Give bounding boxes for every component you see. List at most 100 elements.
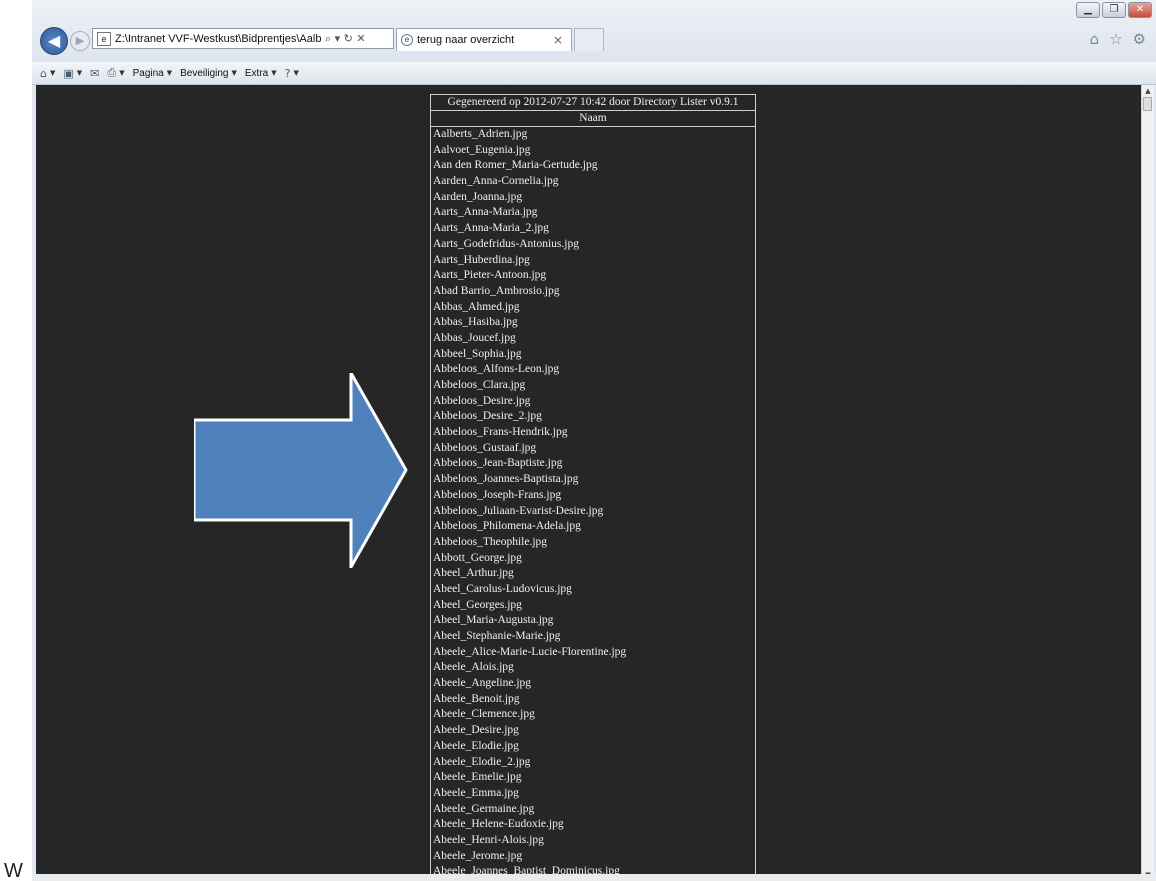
- maximize-button[interactable]: ❐: [1102, 2, 1126, 18]
- file-link[interactable]: Abeele_Henri-Alois.jpg: [433, 833, 755, 849]
- page-content: Gegenereerd op 2012-07-27 10:42 door Dir…: [36, 85, 1142, 881]
- file-link[interactable]: Aan den Romer_Maria-Gertude.jpg: [433, 158, 755, 174]
- file-link[interactable]: Abeele_Emelie.jpg: [433, 770, 755, 786]
- chevron-down-icon: ▼: [166, 69, 173, 77]
- chevron-down-icon: ▼: [49, 69, 56, 77]
- page-letter: W: [4, 860, 23, 882]
- back-arrow-icon: ◀: [47, 31, 61, 50]
- file-link[interactable]: Aarden_Joanna.jpg: [433, 190, 755, 206]
- file-link[interactable]: Abbott_George.jpg: [433, 551, 755, 567]
- file-link[interactable]: Abbeloos_Desire_2.jpg: [433, 409, 755, 425]
- scroll-up-icon[interactable]: ▲: [1142, 85, 1154, 97]
- file-link[interactable]: Abeele_Alois.jpg: [433, 660, 755, 676]
- file-link[interactable]: Abeel_Georges.jpg: [433, 598, 755, 614]
- chevron-down-icon: ▼: [119, 69, 125, 77]
- help-menu[interactable]: ? ▼: [285, 67, 299, 80]
- file-link[interactable]: Aarts_Anna-Maria.jpg: [433, 205, 755, 221]
- file-link[interactable]: Abeele_Alice-Marie-Lucie-Florentine.jpg: [433, 645, 755, 661]
- close-window-button[interactable]: ✕: [1128, 2, 1152, 18]
- file-link[interactable]: Abeele_Clemence.jpg: [433, 707, 755, 723]
- minimize-button[interactable]: ▁: [1076, 2, 1100, 18]
- tab-title: terug naar overzicht: [417, 34, 515, 46]
- file-link[interactable]: Abeel_Maria-Augusta.jpg: [433, 613, 755, 629]
- tab-active[interactable]: e terug naar overzicht ×: [396, 28, 572, 51]
- command-bar: ⌂ ▼ ▣ ▼ ✉ ⎙ ▼ Pagina ▼ Beveiliging ▼ Extra ▼ ?…: [32, 62, 1156, 85]
- tab-close-icon[interactable]: ×: [553, 33, 563, 47]
- mail-button[interactable]: ✉: [90, 67, 99, 80]
- file-link[interactable]: Abbas_Ahmed.jpg: [433, 300, 755, 316]
- file-link[interactable]: Abeel_Stephanie-Marie.jpg: [433, 629, 755, 645]
- address-input[interactable]: Z:\Intranet VVF-Westkust\Bidprentjes\Aal…: [115, 33, 321, 45]
- file-link[interactable]: Abbeloos_Juliaan-Evarist-Desire.jpg: [433, 504, 755, 520]
- tab-ie-icon: e: [401, 34, 413, 46]
- file-list: Aalberts_Adrien.jpg Aalvoet_Eugenia.jpg Aa…: [431, 127, 755, 880]
- file-link[interactable]: Abeele_Helene-Eudoxie.jpg: [433, 817, 755, 833]
- title-bar: ▁ ❐ ✕ ◀ ▶ e Z:\Intranet VVF-Westkust\Bid…: [32, 0, 1156, 62]
- forward-arrow-icon: ▶: [75, 34, 85, 47]
- file-link[interactable]: Abeele_Benoit.jpg: [433, 692, 755, 708]
- favorites-star-icon[interactable]: ☆: [1109, 30, 1122, 48]
- file-link[interactable]: Abbeel_Sophia.jpg: [433, 347, 755, 363]
- file-link[interactable]: Abbeloos_Desire.jpg: [433, 394, 755, 410]
- window-controls: ▁ ❐ ✕: [1076, 2, 1152, 18]
- file-link[interactable]: Abeele_Elodie_2.jpg: [433, 755, 755, 771]
- file-link[interactable]: Aarden_Anna-Cornelia.jpg: [433, 174, 755, 190]
- column-header-naam[interactable]: Naam: [431, 111, 755, 127]
- file-link[interactable]: Abeele_Elodie.jpg: [433, 739, 755, 755]
- file-link[interactable]: Abbeloos_Jean-Baptiste.jpg: [433, 456, 755, 472]
- settings-gear-icon[interactable]: ⚙: [1133, 30, 1146, 48]
- file-link[interactable]: Abbeloos_Clara.jpg: [433, 378, 755, 394]
- forward-button[interactable]: ▶: [70, 31, 90, 51]
- feeds-menu[interactable]: ▣ ▼: [63, 67, 82, 80]
- help-icon: ?: [284, 66, 291, 80]
- chevron-down-icon: ▼: [293, 69, 299, 77]
- home-icon[interactable]: ⌂: [1090, 30, 1100, 48]
- file-link[interactable]: Abeele_Desire.jpg: [433, 723, 755, 739]
- file-link[interactable]: Abbeloos_Joseph-Frans.jpg: [433, 488, 755, 504]
- file-link[interactable]: Aarts_Pieter-Antoon.jpg: [433, 268, 755, 284]
- printer-icon: ⎙: [107, 66, 117, 79]
- file-link[interactable]: Aalberts_Adrien.jpg: [433, 127, 755, 143]
- listing-header: Gegenereerd op 2012-07-27 10:42 door Dir…: [431, 95, 755, 111]
- file-link[interactable]: Abbas_Joucef.jpg: [433, 331, 755, 347]
- vertical-scrollbar[interactable]: ▲ ▼: [1141, 85, 1154, 881]
- file-link[interactable]: Abeele_Jerome.jpg: [433, 849, 755, 865]
- extra-label: Extra: [244, 67, 269, 79]
- browser-window: ▁ ❐ ✕ ◀ ▶ e Z:\Intranet VVF-Westkust\Bid…: [32, 0, 1156, 881]
- pagina-label: Pagina: [132, 67, 164, 79]
- file-link[interactable]: Abeel_Arthur.jpg: [433, 566, 755, 582]
- file-link[interactable]: Abbas_Hasiba.jpg: [433, 315, 755, 331]
- file-link[interactable]: Abbeloos_Alfons-Leon.jpg: [433, 362, 755, 378]
- address-bar[interactable]: e Z:\Intranet VVF-Westkust\Bidprentjes\A…: [92, 28, 394, 49]
- page-icon: e: [97, 31, 111, 46]
- new-tab-button[interactable]: [574, 28, 604, 51]
- file-link[interactable]: Abbeloos_Gustaaf.jpg: [433, 441, 755, 457]
- file-link[interactable]: Abbeloos_Joannes-Baptista.jpg: [433, 472, 755, 488]
- extra-menu[interactable]: Extra ▼: [245, 68, 277, 79]
- mail-icon: ✉: [90, 66, 100, 80]
- file-link[interactable]: Abeele_Emma.jpg: [433, 786, 755, 802]
- back-button[interactable]: ◀: [40, 27, 68, 55]
- home-menu[interactable]: ⌂ ▼: [40, 67, 55, 80]
- file-link[interactable]: Abad Barrio_Ambrosio.jpg: [433, 284, 755, 300]
- file-link[interactable]: Abbeloos_Frans-Hendrik.jpg: [433, 425, 755, 441]
- file-link[interactable]: Abeel_Carolus-Ludovicus.jpg: [433, 582, 755, 598]
- print-menu[interactable]: ⎙ ▼: [107, 66, 124, 80]
- feeds-icon: ▣: [63, 66, 74, 80]
- right-arrow-shape: [194, 373, 408, 568]
- file-link[interactable]: Abbeloos_Theophile.jpg: [433, 535, 755, 551]
- file-link[interactable]: Abeele_Germaine.jpg: [433, 802, 755, 818]
- beveiliging-label: Beveiliging: [180, 67, 229, 79]
- pagina-menu[interactable]: Pagina ▼: [133, 68, 173, 79]
- home-icon: ⌂: [40, 66, 47, 80]
- file-link[interactable]: Aarts_Huberdina.jpg: [433, 253, 755, 269]
- beveiliging-menu[interactable]: Beveiliging ▼: [180, 68, 237, 79]
- chevron-down-icon: ▼: [76, 69, 83, 77]
- file-link[interactable]: Abeele_Angeline.jpg: [433, 676, 755, 692]
- file-link[interactable]: Abbeloos_Philomena-Adela.jpg: [433, 519, 755, 535]
- scroll-thumb[interactable]: [1143, 97, 1152, 111]
- file-link[interactable]: Aarts_Godefridus-Antonius.jpg: [433, 237, 755, 253]
- file-link[interactable]: Aarts_Anna-Maria_2.jpg: [433, 221, 755, 237]
- address-tools[interactable]: ⌕ ▾ ↻ ✕: [325, 32, 366, 46]
- file-link[interactable]: Aalvoet_Eugenia.jpg: [433, 143, 755, 159]
